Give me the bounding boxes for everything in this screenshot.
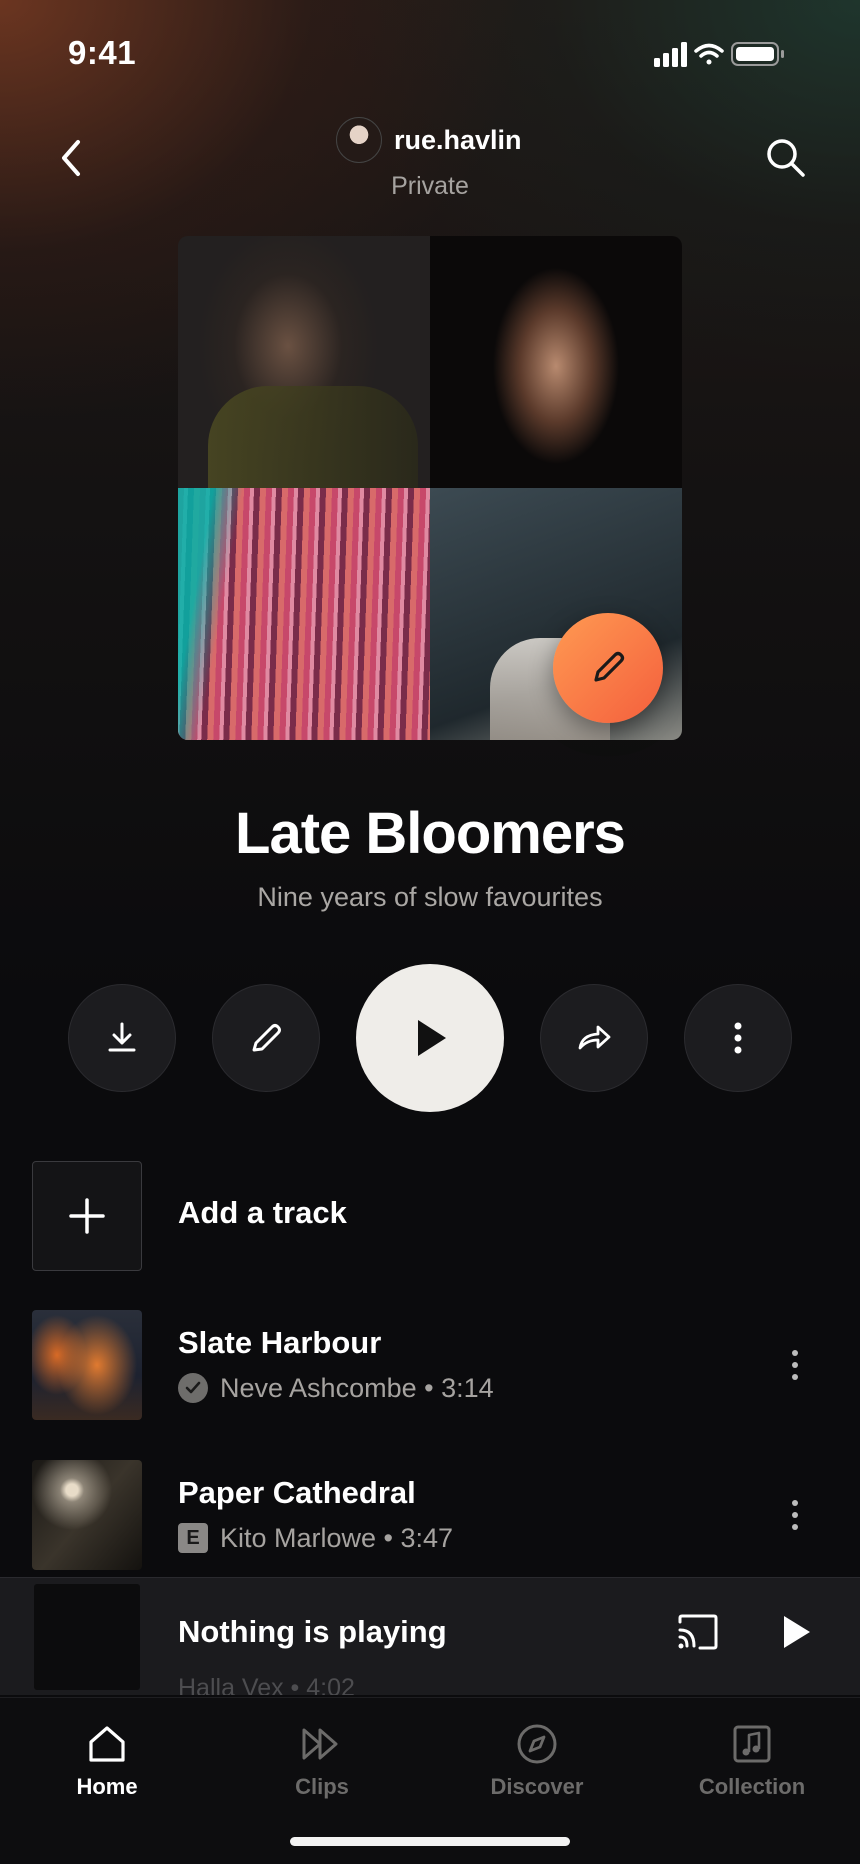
track-artist-duration: Neve Ashcombe • 3:14 bbox=[220, 1372, 494, 1403]
pencil-icon bbox=[252, 1024, 281, 1052]
tab-collection[interactable]: Collection bbox=[652, 1722, 852, 1800]
track-meta: E Kito Marlowe • 3:47 bbox=[178, 1522, 453, 1554]
tab-discover[interactable]: Discover bbox=[437, 1722, 637, 1800]
tab-home[interactable]: Home bbox=[7, 1722, 207, 1800]
play-icon bbox=[784, 1616, 810, 1648]
search-icon bbox=[767, 139, 805, 177]
track-artwork[interactable] bbox=[32, 1310, 142, 1420]
track-meta: Neve Ashcombe • 3:14 bbox=[178, 1372, 494, 1404]
more-vertical-icon bbox=[792, 1350, 798, 1380]
track-title[interactable]: Slate Harbour bbox=[178, 1325, 381, 1361]
owner-name: rue.havlin bbox=[394, 124, 522, 155]
tab-label: Home bbox=[76, 1774, 138, 1799]
wifi-icon bbox=[694, 43, 724, 65]
privacy-label: Private bbox=[391, 172, 469, 200]
status-time: 9:41 bbox=[68, 34, 137, 71]
pencil-icon bbox=[594, 651, 625, 682]
playlist-owner[interactable]: rue.havlin bbox=[336, 116, 522, 164]
compass-icon bbox=[517, 1724, 557, 1764]
share-button[interactable] bbox=[540, 984, 648, 1092]
tab-label: Collection bbox=[698, 1774, 806, 1799]
tab-label: Discover bbox=[490, 1774, 584, 1799]
cover-tile-portrait-woman bbox=[430, 236, 682, 488]
fast-forward-icon bbox=[302, 1728, 338, 1760]
mini-player-title[interactable]: Nothing is playing bbox=[178, 1614, 447, 1650]
track-more-button[interactable] bbox=[780, 1340, 810, 1390]
add-track-label[interactable]: Add a track bbox=[178, 1195, 347, 1231]
cast-button[interactable] bbox=[676, 1612, 720, 1652]
signal-icon bbox=[654, 42, 687, 67]
playlist-title: Late Bloomers bbox=[235, 801, 626, 866]
explicit-badge: E bbox=[178, 1523, 208, 1553]
edit-cover-button[interactable] bbox=[553, 613, 663, 723]
track-more-button[interactable] bbox=[780, 1490, 810, 1540]
music-note-icon bbox=[733, 1725, 771, 1763]
mini-player-artwork bbox=[34, 1584, 140, 1690]
avatar bbox=[336, 117, 382, 163]
status-icons bbox=[652, 40, 802, 68]
plus-icon bbox=[69, 1198, 105, 1234]
mini-player-play-button[interactable] bbox=[776, 1610, 816, 1654]
cover-tile-abstract-painting bbox=[178, 488, 430, 740]
track-title[interactable]: Paper Cathedral bbox=[178, 1475, 416, 1511]
track-artist-duration: Kito Marlowe • 3:47 bbox=[220, 1522, 454, 1553]
cover-tile-portrait-man bbox=[178, 236, 430, 496]
track-artwork[interactable] bbox=[32, 1460, 142, 1570]
tab-label: Clips bbox=[295, 1774, 349, 1799]
add-track-button[interactable] bbox=[32, 1161, 142, 1271]
home-indicator bbox=[290, 1837, 570, 1846]
cast-icon bbox=[678, 1614, 718, 1650]
search-button[interactable] bbox=[762, 134, 810, 182]
more-vertical-icon bbox=[792, 1500, 798, 1530]
download-icon bbox=[108, 1022, 136, 1052]
home-icon bbox=[89, 1726, 125, 1762]
playlist-description: Nine years of slow favourites bbox=[257, 882, 603, 912]
share-arrow-icon bbox=[578, 1025, 611, 1050]
play-button[interactable] bbox=[356, 964, 504, 1112]
more-vertical-icon bbox=[734, 1022, 742, 1054]
edit-playlist-button[interactable] bbox=[212, 984, 320, 1092]
obscured-track-meta: Halla Vex • 4:02 bbox=[178, 1674, 355, 1695]
mini-player[interactable]: Nothing is playing Halla Vex • 4:02 bbox=[0, 1577, 860, 1695]
battery-icon bbox=[731, 42, 784, 66]
download-button[interactable] bbox=[68, 984, 176, 1092]
tab-clips[interactable]: Clips bbox=[222, 1722, 422, 1800]
play-icon bbox=[418, 1020, 446, 1056]
verified-check-icon bbox=[178, 1373, 208, 1403]
more-options-button[interactable] bbox=[684, 984, 792, 1092]
